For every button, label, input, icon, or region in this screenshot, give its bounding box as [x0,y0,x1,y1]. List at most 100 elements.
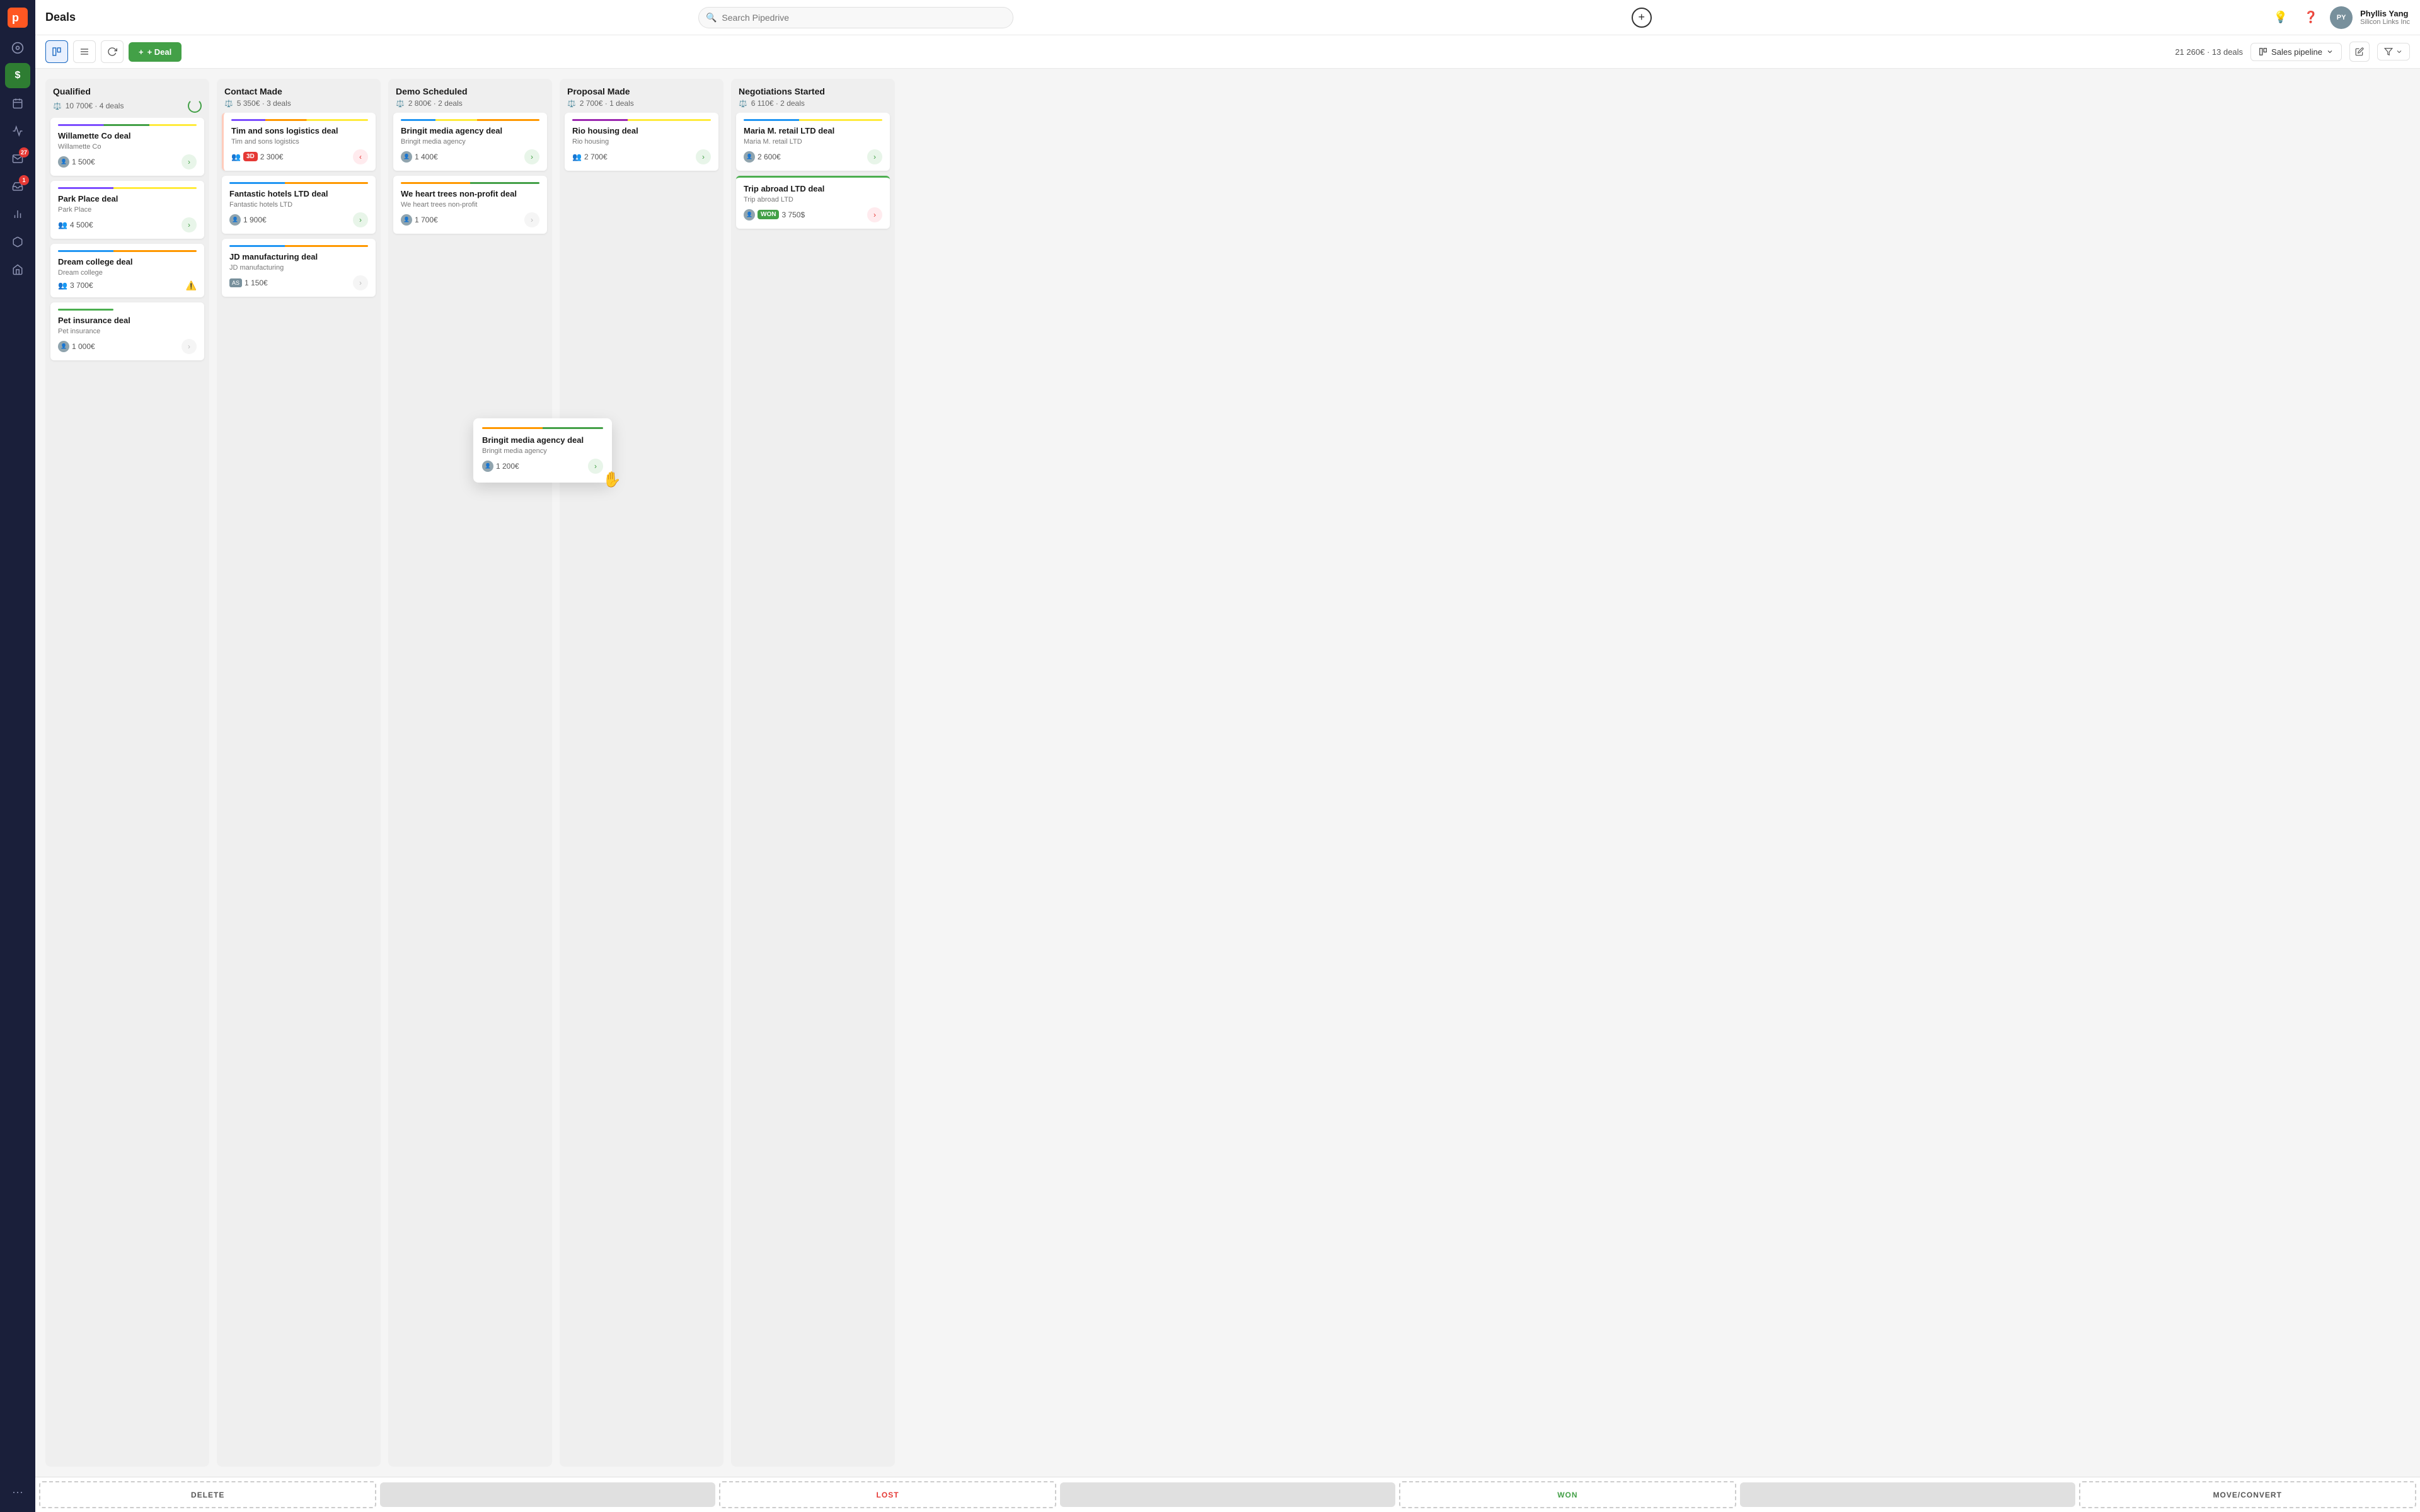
user-company: Silicon Links Inc [2360,18,2410,26]
column-cards-demo-scheduled: Bringit media agency deal Bringit media … [388,113,552,1467]
pipeline-selector[interactable]: Sales pipeline [2250,43,2342,61]
avatar[interactable]: PY [2330,6,2353,29]
person-icon: 👥 [58,281,67,290]
lightbulb-button[interactable]: 💡 [2269,6,2292,29]
card-amount: 👤 1 900€ [229,214,267,226]
card-arrow[interactable]: › [353,212,368,227]
card-arrow[interactable]: › [353,275,368,290]
card-arrow[interactable]: › [524,149,539,164]
column-title: Proposal Made [567,86,716,96]
scale-icon: ⚖️ [224,100,233,108]
warn-icon: ⚠️ [186,280,197,291]
sidebar-item-campaigns[interactable] [5,118,30,144]
card-footer: 👥 4 500€ › [58,217,197,232]
card-amount: 👤 WON 3 750$ [744,209,805,220]
column-header-negotiations-started: Negotiations Started ⚖️ 6 110€ · 2 deals [731,79,895,113]
refresh-button[interactable] [101,40,124,63]
user-info: Phyllis Yang Silicon Links Inc [2360,9,2410,26]
card-arrow[interactable]: › [867,207,882,222]
column-header-contact-made: Contact Made ⚖️ 5 350€ · 3 deals [217,79,381,113]
search-input[interactable] [698,7,1013,28]
card-company: We heart trees non-profit [401,201,539,209]
card-timsons[interactable]: Tim and sons logistics deal Tim and sons… [222,113,376,171]
card-footer: 👥 2 700€ › [572,149,711,164]
card-tripabroad[interactable]: Trip abroad LTD deal Trip abroad LTD 👤 W… [736,176,890,229]
avatar-sm: 👤 [58,156,69,168]
card-amount: 👥 4 500€ [58,220,93,229]
avatar-sm: 👤 [401,151,412,163]
card-bringit[interactable]: Bringit media agency deal Bringit media … [393,113,547,171]
floating-card-amount: 👤 1 200€ [482,461,519,472]
drop-zone-delete[interactable]: DELETE [39,1481,376,1508]
total-amount: 21 260€ · 13 deals [2175,47,2243,57]
drop-zone-lost[interactable]: LOST [719,1481,1056,1508]
column-title: Negotiations Started [739,86,887,96]
card-arrow[interactable]: › [182,339,197,354]
card-arrow[interactable]: › [696,149,711,164]
card-wehearttrees[interactable]: We heart trees non-profit deal We heart … [393,176,547,234]
inbox-badge: 1 [19,175,29,185]
card-title: JD manufacturing deal [229,252,368,263]
card-footer: 👤 1 700€ › [401,212,539,227]
card-title: Fantastic hotels LTD deal [229,189,368,200]
filter-button[interactable] [2377,43,2410,60]
card-riohousing[interactable]: Rio housing deal Rio housing 👥 2 700€ › [565,113,718,171]
sidebar-item-marketplace[interactable] [5,257,30,282]
card-dreamcollege[interactable]: Dream college deal Dream college 👥 3 700… [50,244,204,297]
new-deal-button[interactable]: + + Deal [129,42,182,62]
sidebar-item-products[interactable] [5,229,30,255]
avatar-sm: 👤 [229,214,241,226]
card-title: Tim and sons logistics deal [231,126,368,137]
floating-card-arrow[interactable]: › [588,459,603,474]
card-mariam[interactable]: Maria M. retail LTD deal Maria M. retail… [736,113,890,171]
kanban-view-button[interactable] [45,40,68,63]
card-title: Rio housing deal [572,126,711,137]
sidebar-item-home[interactable] [5,35,30,60]
card-arrow[interactable]: ‹ [353,149,368,164]
floating-card-company: Bringit media agency [482,447,603,455]
list-view-button[interactable] [73,40,96,63]
card-arrow[interactable]: › [524,212,539,227]
card-title: Bringit media agency deal [401,126,539,137]
sidebar-item-inbox[interactable]: 1 [5,174,30,199]
sidebar-more[interactable]: ··· [5,1479,30,1504]
floating-drag-card[interactable]: Bringit media agency deal Bringit media … [473,418,612,483]
card-petinsurance[interactable]: Pet insurance deal Pet insurance 👤 1 000… [50,302,204,360]
column-meta: ⚖️ 2 700€ · 1 deals [567,99,716,108]
card-fantastichotels[interactable]: Fantastic hotels LTD deal Fantastic hote… [222,176,376,234]
search-icon: 🔍 [706,12,717,23]
drop-zone-move[interactable]: MOVE/CONVERT [2079,1481,2416,1508]
badge-3d: 3D [243,152,258,161]
card-arrow[interactable]: › [867,149,882,164]
user-name: Phyllis Yang [2360,9,2410,18]
column-meta: ⚖️ 5 350€ · 3 deals [224,99,373,108]
card-arrow[interactable]: › [182,217,197,232]
card-amount: 👥 3 700€ [58,281,93,290]
sidebar-item-mail[interactable]: 27 [5,146,30,171]
new-deal-icon: + [139,47,144,57]
scale-icon: ⚖️ [739,100,747,108]
card-willamette[interactable]: Willamette Co deal Willamette Co 👤 1 500… [50,118,204,176]
card-footer: 👥 3D 2 300€ ‹ [231,149,368,164]
column-proposal-made: Proposal Made ⚖️ 2 700€ · 1 deals Rio ho… [560,79,723,1467]
main-content: Deals 🔍 + 💡 ❓ PY Phyllis Yang Silicon Li… [35,0,2420,1512]
sidebar-item-reports[interactable] [5,202,30,227]
help-button[interactable]: ❓ [2300,6,2322,29]
drop-zone-won[interactable]: WON [1399,1481,1736,1508]
column-cards-proposal-made: Rio housing deal Rio housing 👥 2 700€ › [560,113,723,1467]
card-jdmanufacturing[interactable]: JD manufacturing deal JD manufacturing A… [222,239,376,297]
column-title-qualified: Qualified [53,86,202,96]
edit-pipeline-button[interactable] [2349,42,2370,62]
sidebar-item-activities[interactable] [5,91,30,116]
card-company: Rio housing [572,138,711,146]
card-amount: 👤 2 600€ [744,151,781,163]
card-parkplace[interactable]: Park Place deal Park Place 👥 4 500€ › [50,181,204,239]
card-company: JD manufacturing [229,264,368,272]
logo[interactable]: p [8,8,28,28]
avatar-sm: 👤 [482,461,493,472]
card-arrow[interactable]: › [182,154,197,169]
card-company: Fantastic hotels LTD [229,201,368,209]
sidebar-item-deals[interactable]: $ [5,63,30,88]
add-button[interactable]: + [1632,8,1652,28]
card-title: Pet insurance deal [58,316,197,326]
